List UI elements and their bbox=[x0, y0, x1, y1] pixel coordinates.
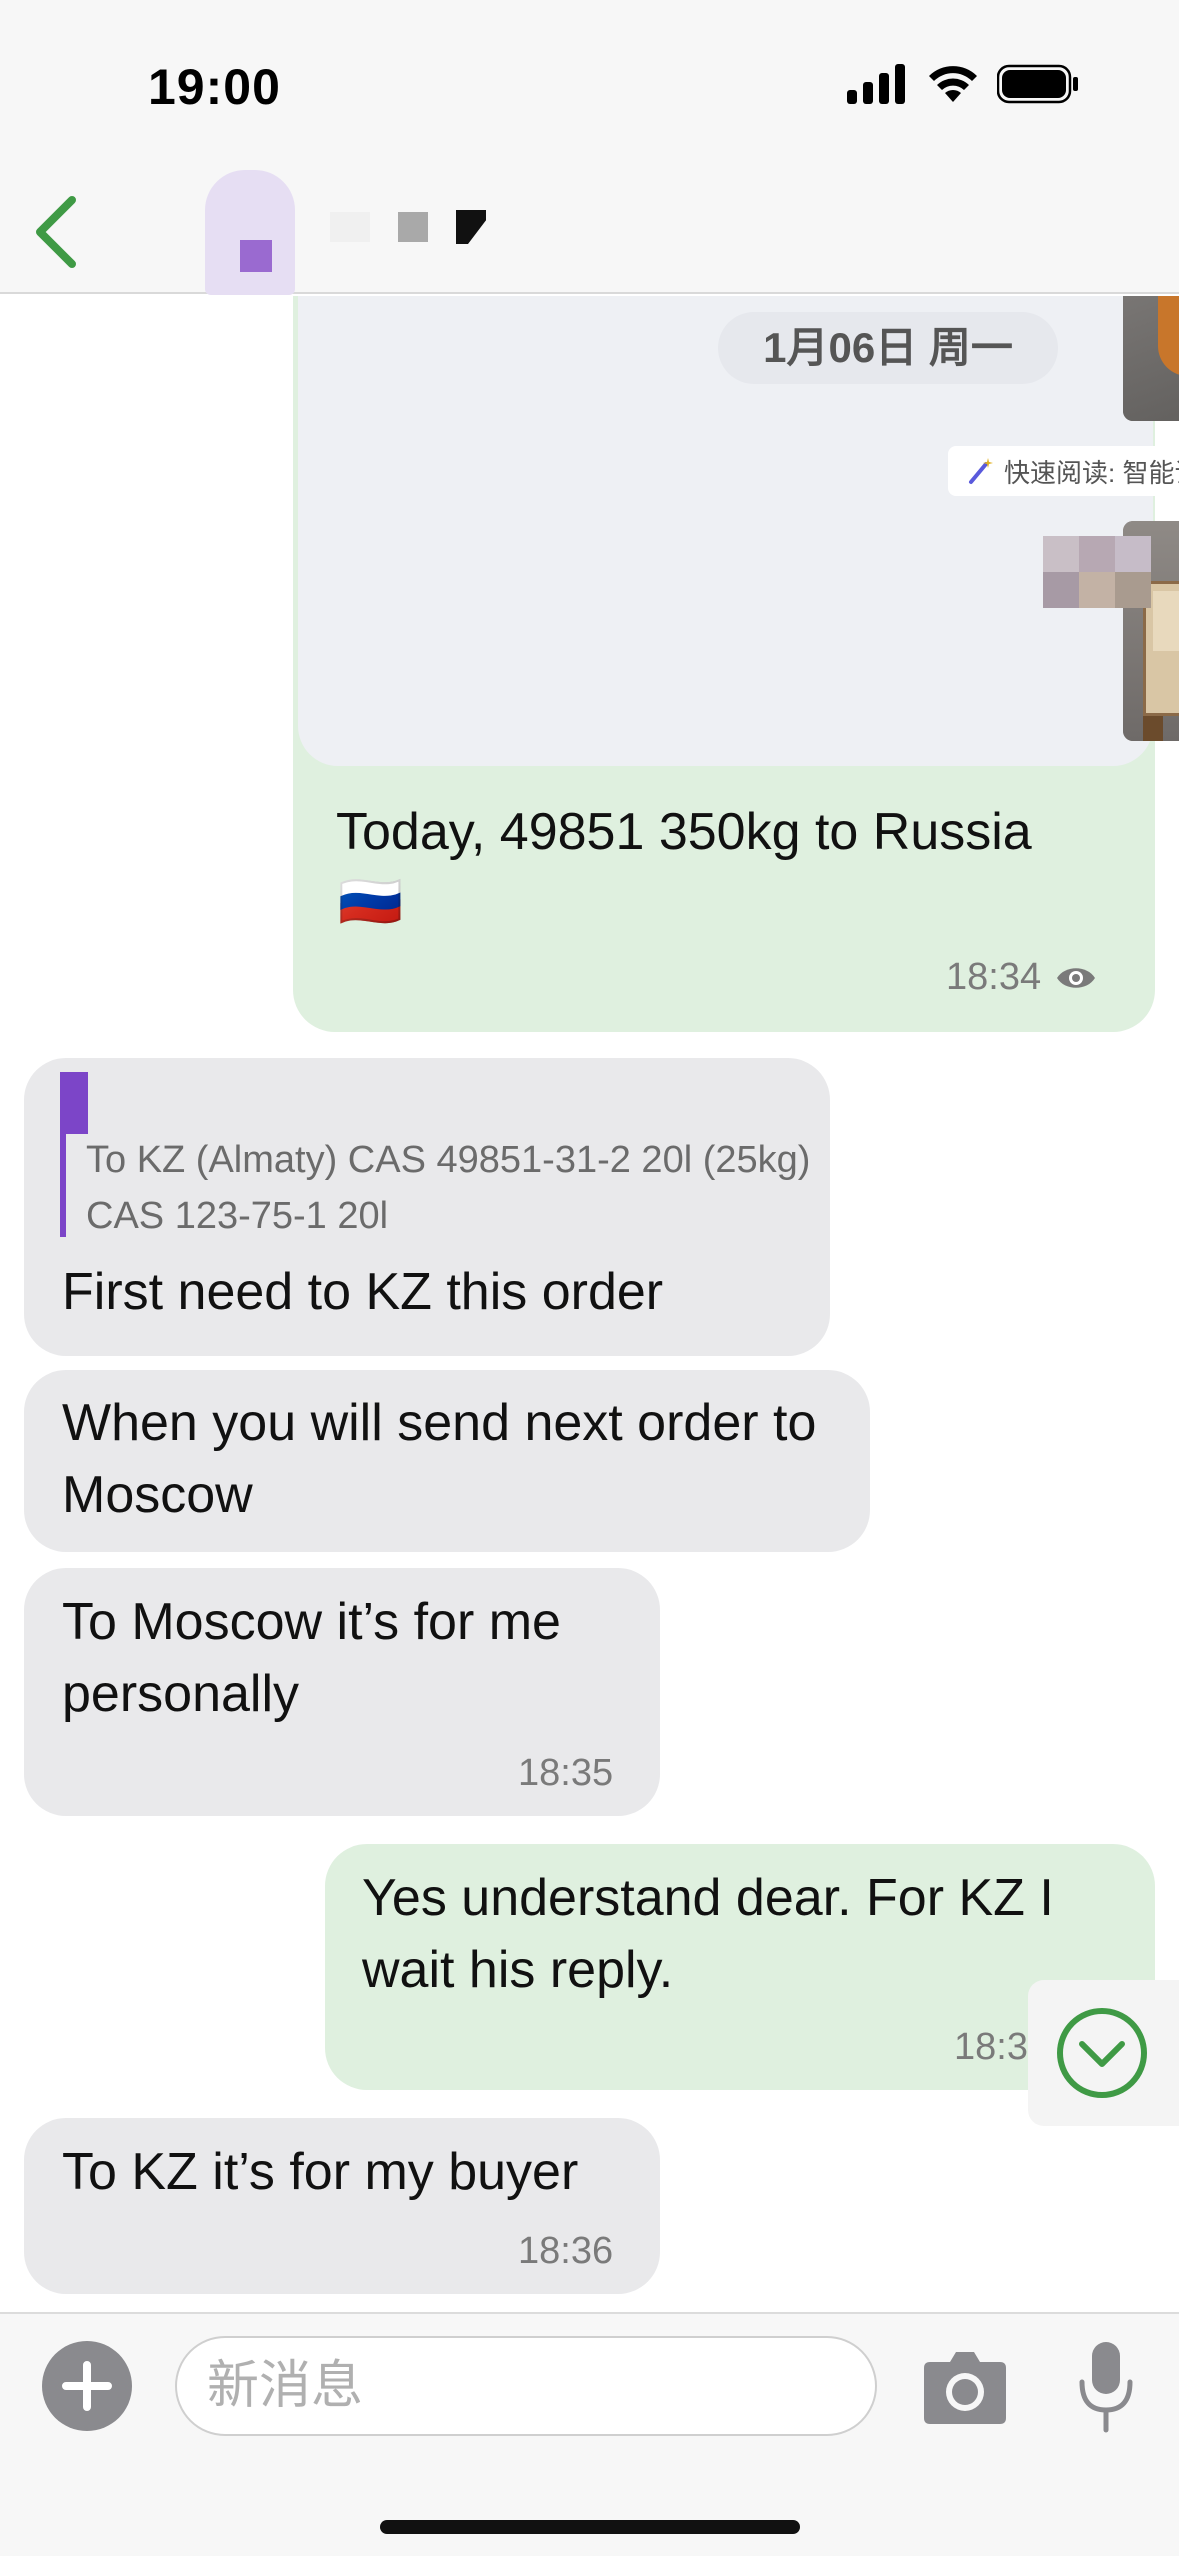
camera-button[interactable] bbox=[920, 2348, 1010, 2428]
flag-emoji: 🇷🇺 bbox=[338, 873, 403, 931]
wifi-icon bbox=[929, 66, 977, 102]
back-button[interactable] bbox=[22, 192, 92, 272]
chevron-down-circle-icon bbox=[1057, 2008, 1147, 2098]
ocr-quick-read-button[interactable]: 快速阅读: 智能识别图片 > bbox=[948, 446, 1179, 496]
blurred-region bbox=[1043, 536, 1153, 636]
quote-marker bbox=[60, 1072, 88, 1134]
battery-icon bbox=[997, 64, 1078, 104]
plus-icon bbox=[62, 2361, 112, 2411]
magic-wand-icon bbox=[969, 458, 993, 484]
microphone-button[interactable] bbox=[1076, 2338, 1136, 2438]
microphone-icon bbox=[1079, 2342, 1133, 2433]
camera-icon bbox=[924, 2352, 1006, 2424]
attach-button[interactable] bbox=[42, 2341, 132, 2431]
contact-name[interactable] bbox=[330, 210, 486, 244]
message-text: Today, 49851 350kg to Russia bbox=[336, 803, 1032, 861]
chevron-left-icon bbox=[36, 196, 76, 268]
eye-icon bbox=[1057, 967, 1096, 988]
photo-thumbnail[interactable] bbox=[1123, 296, 1179, 421]
scroll-to-bottom-button[interactable] bbox=[1028, 1980, 1179, 2126]
contact-avatar[interactable] bbox=[195, 170, 305, 300]
message-text: First need to KZ this order bbox=[62, 1263, 664, 1321]
message-text: To KZ it’s for my buyer bbox=[62, 2143, 579, 2201]
ocr-hint-label: 快速阅读: 智能识别图片 > bbox=[1004, 457, 1179, 488]
message-list[interactable]: 1月06日 周一 快速阅读: 智能识别图片 > bbox=[0, 296, 1179, 2312]
status-time: 19:00 bbox=[148, 59, 281, 115]
cellular-signal-icon bbox=[847, 64, 905, 104]
status-icons bbox=[847, 64, 1079, 104]
home-indicator[interactable] bbox=[380, 2520, 800, 2534]
message-time: 18:35 bbox=[518, 1752, 614, 1794]
quote-text: To KZ (Almaty) CAS 49851-31-2 20l (25kg)… bbox=[86, 1139, 811, 1237]
date-separator: 1月06日 周一 bbox=[718, 312, 1058, 384]
message-text: To Moscow it’s for me personally bbox=[62, 1593, 561, 1723]
reply-quote[interactable]: To KZ (Almaty) CAS 49851-31-2 20l (25kg)… bbox=[60, 1072, 820, 1237]
message-text: Yes understand dear. For KZ I wait his r… bbox=[362, 1869, 1054, 1999]
status-bar: 19:00 bbox=[0, 0, 1179, 170]
chat-header bbox=[0, 170, 1179, 295]
message-time: 18:34 bbox=[946, 956, 1097, 999]
message-time: 18:36 bbox=[518, 2230, 614, 2272]
message-text: When you will send next order to Moscow bbox=[62, 1394, 817, 1524]
message-input[interactable]: 新消息 bbox=[175, 2336, 877, 2436]
composer: 新消息 bbox=[0, 2312, 1179, 2556]
photo-album[interactable]: 1月06日 周一 快速阅读: 智能识别图片 > bbox=[298, 296, 1179, 766]
